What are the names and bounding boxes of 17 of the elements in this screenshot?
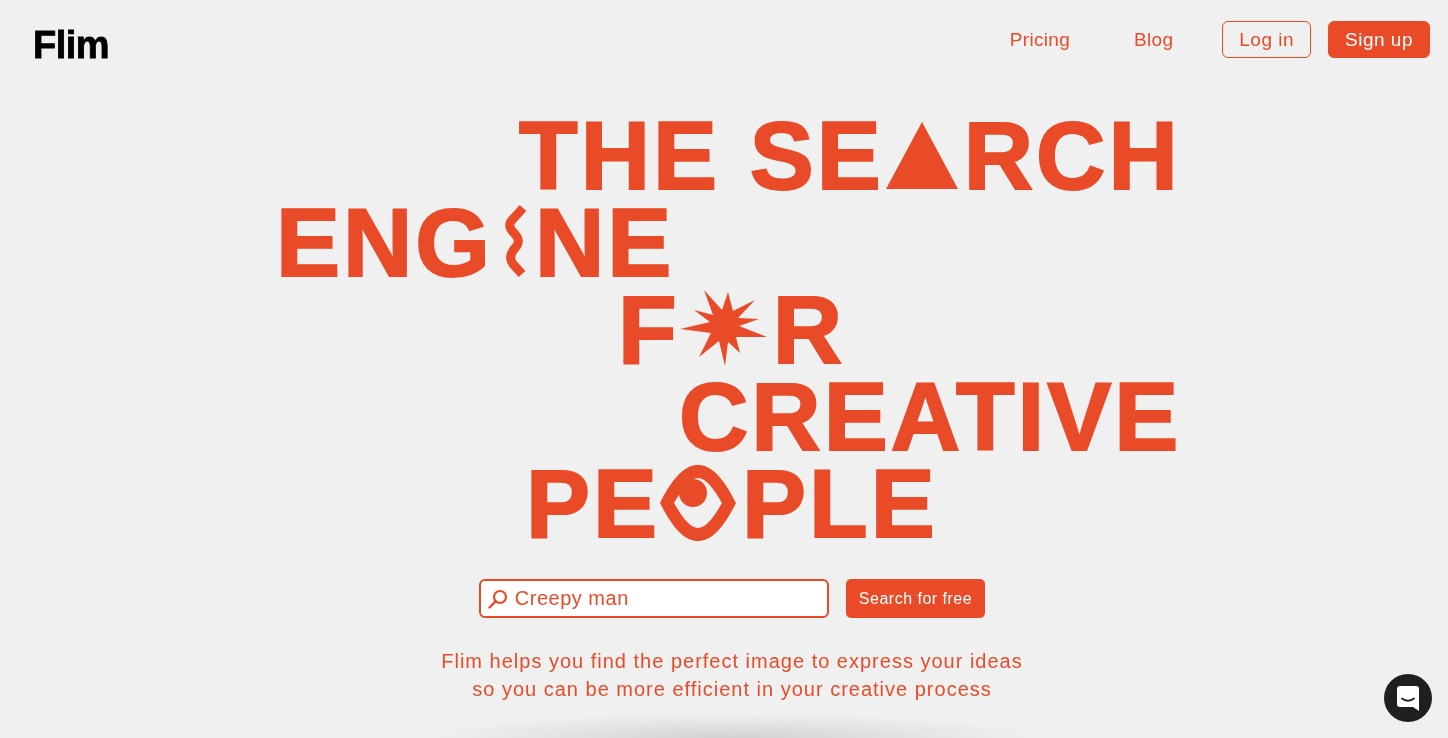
eye-icon [660,465,737,541]
search-icon [487,589,508,609]
sign-up-button[interactable]: Sign up [1328,21,1430,58]
chat-bubble-icon [1397,685,1419,711]
starburst-icon [679,290,767,366]
log-in-button[interactable]: Log in [1222,21,1312,58]
nav-link[interactable]: Blog [1102,21,1206,58]
triangle-icon [885,122,958,189]
search-button[interactable]: Search for free [845,579,986,618]
nav-link[interactable]: Pricing [977,21,1103,58]
headline-text: ENG [276,189,494,296]
headline-text: RCH [963,102,1181,209]
chat-button[interactable] [1384,674,1432,722]
search-field[interactable]: Creepy man [478,579,829,618]
logo-text[interactable]: Flim [33,26,110,64]
tagline-text: Flim helps you find the perfect image to express your ideas so you can be more efficient in your creative process [440,649,1024,702]
headline-text: PE [526,450,661,557]
